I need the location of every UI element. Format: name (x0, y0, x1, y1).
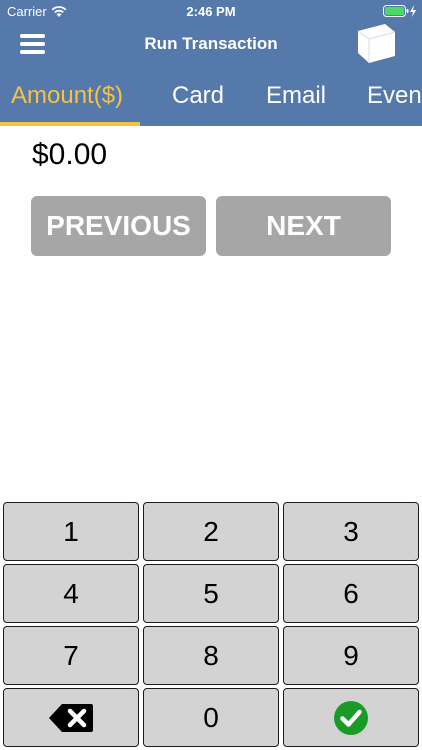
status-time: 2:46 PM (186, 4, 236, 19)
amount-display: $0.00 (32, 138, 108, 171)
key-9[interactable]: 9 (283, 626, 419, 685)
header: Carrier 2:46 PM Run Transaction (0, 0, 422, 66)
tab-amount[interactable]: Amount($) (11, 66, 123, 126)
key-6[interactable]: 6 (283, 564, 419, 623)
tab-card[interactable]: Card (172, 66, 224, 126)
backspace-key[interactable] (3, 688, 139, 747)
navbar: Run Transaction (0, 22, 422, 66)
card-reader-icon (357, 24, 396, 63)
card-reader-button[interactable] (354, 22, 400, 64)
key-4[interactable]: 4 (3, 564, 139, 623)
charging-bolt-icon (410, 5, 416, 17)
key-5[interactable]: 5 (143, 564, 279, 623)
confirm-key[interactable] (283, 688, 419, 747)
backspace-icon (49, 703, 93, 732)
status-bar: Carrier 2:46 PM (0, 0, 422, 22)
tab-event[interactable]: Event (367, 66, 422, 126)
active-tab-indicator (0, 122, 140, 126)
key-0[interactable]: 0 (143, 688, 279, 747)
tab-email[interactable]: Email (266, 66, 326, 126)
numeric-keypad: 1 2 3 4 5 6 7 8 9 0 (0, 500, 422, 750)
previous-button[interactable]: PREVIOUS (31, 196, 206, 256)
key-3[interactable]: 3 (283, 502, 419, 561)
battery-icon (383, 5, 409, 17)
key-2[interactable]: 2 (143, 502, 279, 561)
key-7[interactable]: 7 (3, 626, 139, 685)
next-button[interactable]: NEXT (216, 196, 391, 256)
key-1[interactable]: 1 (3, 502, 139, 561)
run-transaction-screen: Carrier 2:46 PM Run Transaction Amount($… (0, 0, 422, 750)
key-8[interactable]: 8 (143, 626, 279, 685)
tab-bar: Amount($) Card Email Event (0, 66, 422, 126)
battery-indicator (383, 5, 417, 17)
checkmark-icon (334, 700, 368, 735)
